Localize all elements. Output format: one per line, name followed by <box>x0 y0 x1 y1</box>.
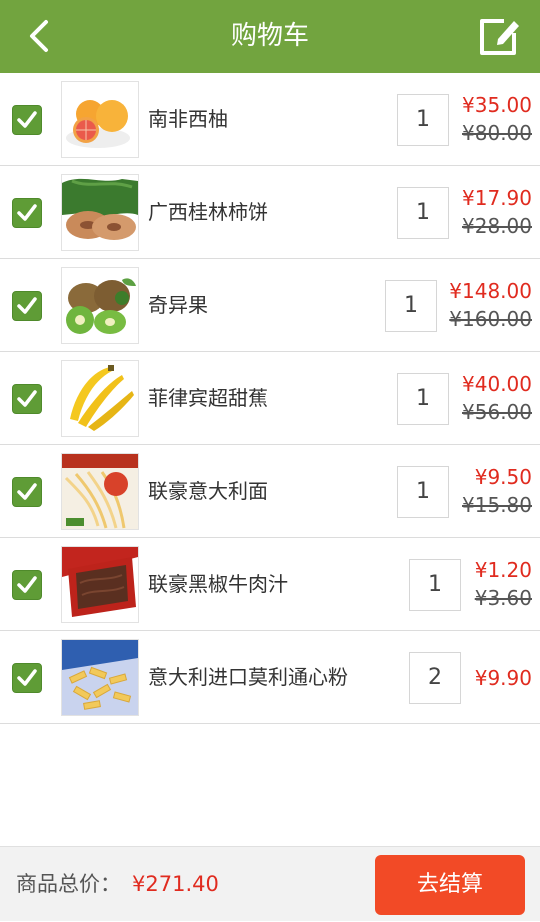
check-icon <box>17 111 37 128</box>
product-name[interactable]: 菲律宾超甜蕉 <box>148 352 268 445</box>
cart-item: 广西桂林柿饼 1 ¥17.90 ¥28.00 <box>0 166 540 259</box>
quantity-field[interactable]: 1 <box>397 94 449 146</box>
original-price: ¥15.80 <box>462 493 532 517</box>
original-price: ¥3.60 <box>474 586 532 610</box>
product-name[interactable]: 联豪黑椒牛肉汁 <box>148 538 288 631</box>
current-price: ¥40.00 <box>462 372 532 396</box>
current-price: ¥9.50 <box>474 465 532 489</box>
current-price: ¥148.00 <box>449 279 532 303</box>
item-checkbox[interactable] <box>12 291 42 321</box>
total-label: 商品总价： <box>16 872 121 896</box>
price-block: ¥9.90 <box>475 664 532 692</box>
cart-item: 联豪意大利面 1 ¥9.50 ¥15.80 <box>0 445 540 538</box>
item-checkbox[interactable] <box>12 105 42 135</box>
product-image-kiwi[interactable] <box>61 267 139 344</box>
edit-button[interactable] <box>478 17 520 57</box>
page-title: 购物车 <box>230 21 309 51</box>
item-checkbox[interactable] <box>12 663 42 693</box>
original-price: ¥80.00 <box>462 121 532 145</box>
original-price: ¥160.00 <box>449 307 532 331</box>
item-checkbox[interactable] <box>12 570 42 600</box>
product-name[interactable]: 联豪意大利面 <box>148 445 268 538</box>
check-icon <box>17 483 37 500</box>
current-price: ¥1.20 <box>474 558 532 582</box>
item-checkbox[interactable] <box>12 477 42 507</box>
original-price: ¥56.00 <box>462 400 532 424</box>
item-checkbox[interactable] <box>12 198 42 228</box>
price-block: ¥35.00 ¥80.00 <box>462 91 532 147</box>
price-block: ¥17.90 ¥28.00 <box>462 184 532 240</box>
quantity-field[interactable]: 1 <box>397 373 449 425</box>
product-image-penne-pasta[interactable] <box>61 639 139 716</box>
product-name[interactable]: 奇异果 <box>148 259 208 352</box>
product-image-grapefruit[interactable] <box>61 81 139 158</box>
price-block: ¥9.50 ¥15.80 <box>462 463 532 519</box>
cart-item: 南非西柚 1 ¥35.00 ¥80.00 <box>0 73 540 166</box>
product-name[interactable]: 广西桂林柿饼 <box>148 166 268 259</box>
cart-list: 南非西柚 1 ¥35.00 ¥80.00 广西桂林柿饼 1 ¥17.90 ¥28… <box>0 73 540 724</box>
price-block: ¥40.00 ¥56.00 <box>462 370 532 426</box>
cart-item: 奇异果 1 ¥148.00 ¥160.00 <box>0 259 540 352</box>
product-image-dried-persimmon[interactable] <box>61 174 139 251</box>
check-icon <box>17 669 37 686</box>
check-icon <box>17 297 37 314</box>
current-price: ¥35.00 <box>462 93 532 117</box>
cart-item: 联豪黑椒牛肉汁 1 ¥1.20 ¥3.60 <box>0 538 540 631</box>
quantity-field[interactable]: 1 <box>397 187 449 239</box>
product-image-spaghetti[interactable] <box>61 453 139 530</box>
product-name[interactable]: 意大利进口莫利通心粉 <box>148 631 348 724</box>
quantity-field[interactable]: 1 <box>397 466 449 518</box>
product-image-pepper-sauce[interactable] <box>61 546 139 623</box>
quantity-field[interactable]: 1 <box>385 280 437 332</box>
price-block: ¥148.00 ¥160.00 <box>449 277 532 333</box>
product-name[interactable]: 南非西柚 <box>148 73 228 166</box>
quantity-field[interactable]: 1 <box>409 559 461 611</box>
product-image-banana[interactable] <box>61 360 139 437</box>
checkout-button[interactable]: 去结算 <box>375 855 525 915</box>
current-price: ¥9.90 <box>474 666 532 690</box>
check-icon <box>17 390 37 407</box>
cart-footer: 商品总价： ¥271.40 去结算 <box>0 846 540 921</box>
item-checkbox[interactable] <box>12 384 42 414</box>
cart-item: 菲律宾超甜蕉 1 ¥40.00 ¥56.00 <box>0 352 540 445</box>
app-header: 购物车 <box>0 0 540 73</box>
edit-icon <box>480 19 519 55</box>
check-icon <box>17 204 37 221</box>
price-block: ¥1.20 ¥3.60 <box>475 556 532 612</box>
total-price: ¥271.40 <box>132 872 219 896</box>
current-price: ¥17.90 <box>462 186 532 210</box>
quantity-field[interactable]: 2 <box>409 652 461 704</box>
original-price: ¥28.00 <box>462 214 532 238</box>
cart-item: 意大利进口莫利通心粉 2 ¥9.90 <box>0 631 540 724</box>
check-icon <box>17 576 37 593</box>
